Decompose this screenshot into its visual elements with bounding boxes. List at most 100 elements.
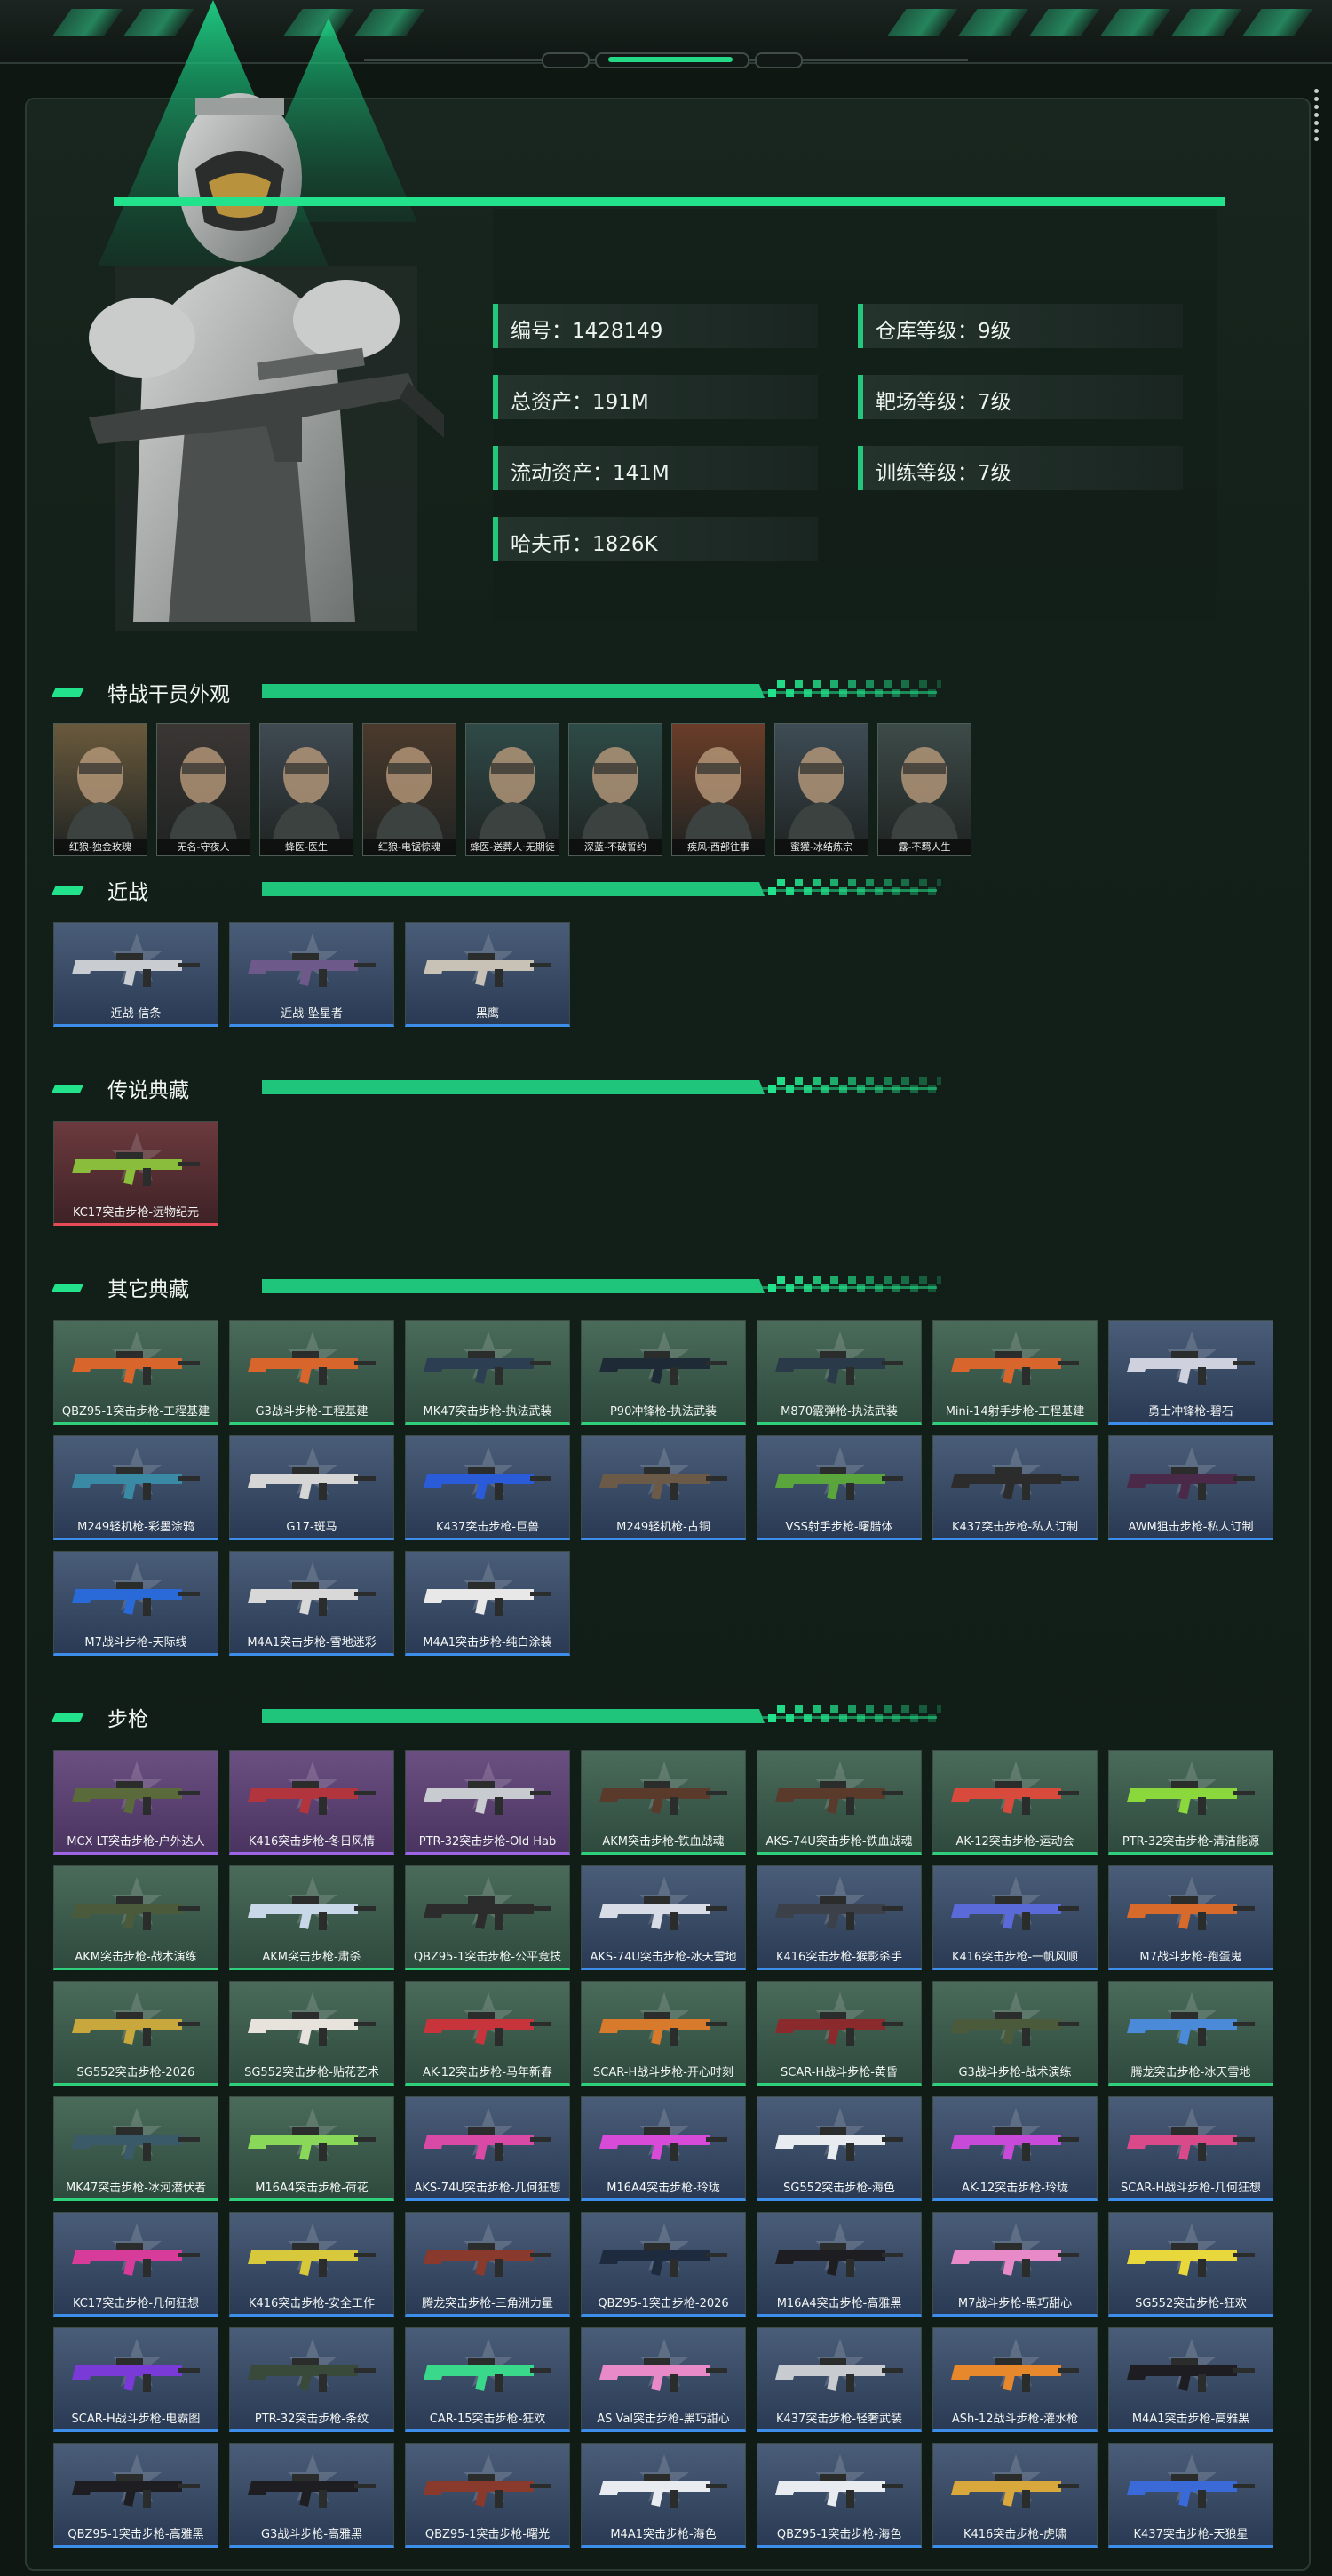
item-card[interactable]: 勇士冲锋枪-碧石 [1108,1320,1273,1425]
item-card[interactable]: K437突击步枪-私人订制 [932,1435,1098,1540]
item-card[interactable]: K416突击步枪-冬日风情 [229,1750,394,1855]
item-card[interactable]: M4A1突击步枪-海色 [581,2443,746,2548]
item-label: SCAR-H战斗步枪-黄昏 [781,2066,898,2079]
item-card[interactable]: G17-斑马 [229,1435,394,1540]
item-card[interactable]: AK-12突击步枪-马年新春 [405,1981,570,2086]
item-card[interactable]: M4A1突击步枪-高雅黑 [1108,2327,1273,2432]
item-card[interactable]: SG552突击步枪-2026 [53,1981,218,2086]
item-card[interactable]: AKM突击步枪-肃杀 [229,1865,394,1970]
item-card[interactable]: AKS-74U突击步枪-几何狂想 [405,2096,570,2201]
item-card[interactable]: K416突击步枪-安全工作 [229,2212,394,2317]
more-menu-icon[interactable] [1312,85,1320,162]
item-card[interactable]: PTR-32突击步枪-条纹 [229,2327,394,2432]
weapon-image [951,2243,1079,2277]
item-card[interactable]: K437突击步枪-轻奢武装 [757,2327,922,2432]
item-card[interactable]: SCAR-H战斗步枪-几何狂想 [1108,2096,1273,2201]
item-card[interactable]: M7战斗步枪-孢蛋鬼 [1108,1865,1273,1970]
item-card[interactable]: M16A4突击步枪-玲珑 [581,2096,746,2201]
item-card[interactable]: M4A1突击步枪-雪地迷彩 [229,1551,394,1656]
stat-training-text: 训练等级：7级 [876,462,1011,485]
header-stripe [887,9,958,36]
item-card[interactable]: K416突击步枪-猴影杀手 [757,1865,922,1970]
item-card[interactable]: MK47突击步枪-执法武装 [405,1320,570,1425]
item-card[interactable]: SCAR-H战斗步枪-黄昏 [757,1981,922,2086]
item-card[interactable]: 腾龙突击步枪-冰天雪地 [1108,1981,1273,2086]
item-label: VSS射手步枪-曙腊体 [785,1521,893,1534]
item-card[interactable]: M249轻机枪-古铜 [581,1435,746,1540]
item-label: QBZ95-1突击步枪-海色 [776,2528,902,2541]
item-card[interactable]: ASh-12战斗步枪-灌水枪 [932,2327,1098,2432]
item-card[interactable]: AKM突击步枪-战术演练 [53,1865,218,1970]
item-card[interactable]: AS Val突击步枪-黑巧甜心 [581,2327,746,2432]
item-card[interactable]: 黑鹰 [405,922,570,1027]
item-card[interactable]: SCAR-H战斗步枪-开心时刻 [581,1981,746,2086]
item-card[interactable]: VSS射手步枪-曙腊体 [757,1435,922,1540]
item-card[interactable]: QBZ95-1突击步枪-高雅黑 [53,2443,218,2548]
item-card[interactable]: 近战-信条 [53,922,218,1027]
item-card[interactable]: MK47突击步枪-冰河潜伏者 [53,2096,218,2201]
stat-id-text: 编号：1428149 [511,320,663,343]
operator-skin-card[interactable]: 红狼-独金玫瑰 [53,723,147,856]
item-card[interactable]: SG552突击步枪-狂欢 [1108,2212,1273,2317]
item-card[interactable]: SG552突击步枪-海色 [757,2096,922,2201]
item-card[interactable]: K416突击步枪-一帆风顺 [932,1865,1098,1970]
weapon-image [248,2474,376,2508]
item-card[interactable]: AKS-74U突击步枪-冰天雪地 [581,1865,746,1970]
item-card[interactable]: 近战-坠星者 [229,922,394,1027]
operator-skin-card[interactable]: 露-不羁人生 [877,723,971,856]
operator-skin-card[interactable]: 深蓝-不破誓约 [568,723,662,856]
header-stripe [1029,9,1100,36]
item-card[interactable]: K416突击步枪-虎啸 [932,2443,1098,2548]
item-card[interactable]: AWM狙击步枪-私人订制 [1108,1435,1273,1540]
item-card[interactable]: P90冲锋枪-执法武装 [581,1320,746,1425]
item-card[interactable]: 腾龙突击步枪-三角洲力量 [405,2212,570,2317]
operator-skin-card[interactable]: 蜂医-医生 [259,723,353,856]
item-card[interactable]: QBZ95-1突击步枪-2026 [581,2212,746,2317]
weapon-image [775,1351,903,1385]
operator-portrait [685,747,752,839]
weapon-image [248,1582,376,1616]
item-card[interactable]: QBZ95-1突击步枪-公平竞技 [405,1865,570,1970]
item-card[interactable]: AK-12突击步枪-玲珑 [932,2096,1098,2201]
item-card[interactable]: AKM突击步枪-铁血战魂 [581,1750,746,1855]
item-card[interactable]: M16A4突击步枪-荷花 [229,2096,394,2201]
weapon-image [248,1781,376,1815]
item-label: M7战斗步枪-天际线 [84,1636,187,1650]
section-header-other: 其它典藏 [51,1272,941,1302]
item-card[interactable]: KC17突击步枪-几何狂想 [53,2212,218,2317]
operator-skin-card[interactable]: 疾风-西部往事 [671,723,765,856]
operator-skin-card[interactable]: 无名-守夜人 [156,723,250,856]
item-card[interactable]: M16A4突击步枪-高雅黑 [757,2212,922,2317]
item-card[interactable]: AK-12突击步枪-运动会 [932,1750,1098,1855]
item-card[interactable]: QBZ95-1突击步枪-工程基建 [53,1320,218,1425]
item-card[interactable]: M249轻机枪-彩墨涂鸦 [53,1435,218,1540]
item-card[interactable]: G3战斗步枪-高雅黑 [229,2443,394,2548]
item-card[interactable]: G3战斗步枪-战术演练 [932,1981,1098,2086]
operator-skin-card[interactable]: 蜜獾-冰结炼宗 [774,723,868,856]
item-card[interactable]: PTR-32突击步枪-Old Hab [405,1750,570,1855]
item-card[interactable]: KC17突击步枪-远物纪元 [53,1121,218,1226]
item-card[interactable]: K437突击步枪-巨兽 [405,1435,570,1540]
weapon-image [951,2358,1079,2392]
item-card[interactable]: SG552突击步枪-贴花艺术 [229,1981,394,2086]
item-label: M16A4突击步枪-荷花 [255,2182,369,2195]
weapon-image [424,1467,551,1500]
item-label: K416突击步枪-一帆风顺 [951,1951,1079,1964]
item-card[interactable]: G3战斗步枪-工程基建 [229,1320,394,1425]
item-card[interactable]: M7战斗步枪-黑巧甜心 [932,2212,1098,2317]
item-card[interactable]: QBZ95-1突击步枪-海色 [757,2443,922,2548]
item-card[interactable]: Mini-14射手步枪-工程基建 [932,1320,1098,1425]
item-card[interactable]: K437突击步枪-天狼星 [1108,2443,1273,2548]
operator-skin-card[interactable]: 红狼-电锯惊魂 [362,723,456,856]
item-card[interactable]: PTR-32突击步枪-清洁能源 [1108,1750,1273,1855]
item-card[interactable]: MCX LT突击步枪-户外达人 [53,1750,218,1855]
item-card[interactable]: M7战斗步枪-天际线 [53,1551,218,1656]
item-card[interactable]: SCAR-H战斗步枪-电霸图 [53,2327,218,2432]
operator-skin-card[interactable]: 蜂医-送葬人·无期徒 [465,723,559,856]
item-card[interactable]: CAR-15突击步枪-狂欢 [405,2327,570,2432]
item-card[interactable]: AKS-74U突击步枪-铁血战魂 [757,1750,922,1855]
item-card[interactable]: M4A1突击步枪-纯白涂装 [405,1551,570,1656]
item-label: MK47突击步枪-执法武装 [423,1405,552,1419]
item-card[interactable]: M870霰弹枪-执法武装 [757,1320,922,1425]
item-card[interactable]: QBZ95-1突击步枪-曙光 [405,2443,570,2548]
